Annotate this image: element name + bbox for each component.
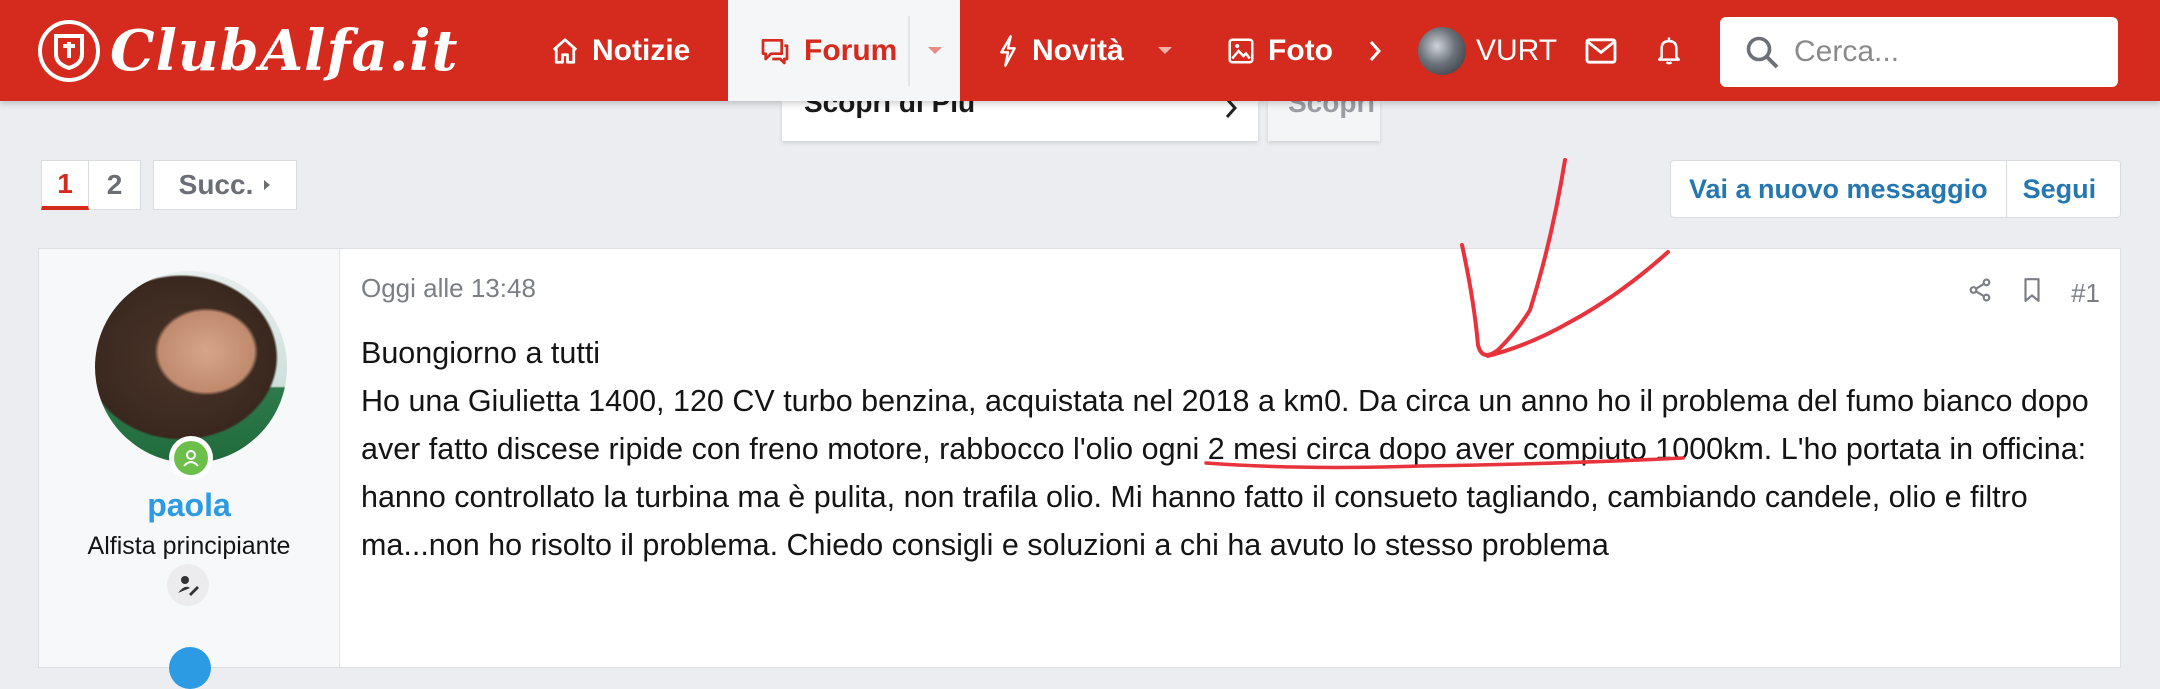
chevron-right-icon: [1225, 101, 1238, 118]
alerts-button[interactable]: [1654, 0, 1696, 101]
caret-down-icon: [1158, 46, 1172, 54]
post-paragraph: Ho una Giulietta 1400, 120 CV turbo benz…: [361, 377, 2116, 569]
site-logo[interactable]: ClubAlfa.it: [38, 16, 458, 86]
dropdown-item-label: Scopri di Più: [804, 101, 976, 118]
nav-item-novita[interactable]: Novità: [996, 0, 1124, 101]
post-greeting: Buongiorno a tutti: [361, 336, 601, 370]
post-tools: #1: [1967, 277, 2100, 310]
post-number-link[interactable]: #1: [2071, 278, 2100, 309]
logo-badge-icon: [38, 20, 100, 82]
bell-icon: [1657, 36, 1681, 65]
account-menu[interactable]: VURT: [1418, 0, 1557, 101]
follow-button[interactable]: Segui: [2007, 161, 2113, 217]
logo-text: ClubAlfa.it: [110, 18, 459, 84]
user-avatar[interactable]: [95, 271, 287, 463]
page-2-button[interactable]: 2: [89, 160, 141, 210]
top-navbar: ClubAlfa.it Notizie Forum Novità Foto VU…: [0, 0, 2160, 101]
caret-down-icon: [928, 46, 942, 54]
dropdown-item-scopri[interactable]: Scopri di Più: [782, 101, 1258, 141]
bolt-icon: [1000, 34, 1016, 67]
home-icon: [552, 37, 578, 64]
envelope-icon: [1585, 37, 1617, 64]
next-page-label: Succ.: [178, 169, 254, 200]
share-icon: [1969, 278, 1991, 302]
nav-item-label: Novità: [1032, 33, 1124, 67]
inbox-button[interactable]: [1584, 0, 1630, 101]
next-page-button[interactable]: Succ.: [153, 160, 297, 210]
user-extra-badge-icon: [169, 647, 211, 689]
nav-item-label: Foto: [1268, 33, 1333, 67]
post-text-highlight: rabbocco l'olio ogni 2 mesi circa: [939, 432, 1371, 466]
dropdown-item-scopri-2[interactable]: Scopri: [1268, 101, 1380, 141]
post-date[interactable]: Oggi alle 13:48: [361, 273, 536, 304]
bookmark-button[interactable]: [2021, 277, 2043, 310]
post-user-column: paola Alfista principiante: [39, 249, 340, 689]
forum-post: paola Alfista principiante Oggi alle 13:…: [38, 248, 2121, 689]
forum-dropdown-toggle[interactable]: [910, 0, 960, 101]
post-username[interactable]: paola: [39, 487, 339, 524]
nav-scroll-right-button[interactable]: [1358, 0, 1392, 101]
page-number: 1: [57, 167, 73, 199]
novita-dropdown-toggle[interactable]: [1150, 0, 1180, 101]
button-label: Segui: [2022, 173, 2097, 204]
caret-right-icon: [264, 180, 271, 190]
thread-actions: Vai a nuovo messaggio Segui: [1670, 160, 2121, 218]
search-icon: [1746, 36, 1779, 69]
chevron-right-icon: [1369, 40, 1382, 61]
nav-item-foto[interactable]: Foto: [1226, 0, 1333, 101]
post-body: Oggi alle 13:48 #1 Buongiorno a tutti Ho…: [361, 249, 2120, 667]
online-status-icon: [169, 436, 213, 480]
go-to-new-message-button[interactable]: Vai a nuovo messaggio: [1671, 161, 2007, 217]
user-title: Alfista principiante: [87, 532, 291, 560]
bookmark-icon: [2024, 278, 2040, 302]
page-number: 2: [106, 169, 123, 200]
pagination: 1 2 Succ.: [41, 160, 297, 212]
share-button[interactable]: [1967, 277, 1993, 310]
dropdown-item-label: Scopri: [1288, 101, 1376, 118]
account-username: VURT: [1476, 33, 1558, 67]
nav-item-label: Forum: [804, 33, 898, 67]
page-1-button[interactable]: 1: [41, 160, 89, 210]
nav-item-label: Notizie: [592, 33, 691, 67]
user-pen-badge-icon: [167, 564, 209, 606]
user-avatar-small: [1418, 26, 1466, 75]
post-message: Buongiorno a tutti Ho una Giulietta 1400…: [361, 329, 2116, 569]
button-label: Vai a nuovo messaggio: [1689, 173, 1988, 204]
chat-icon: [761, 38, 789, 64]
nav-item-notizie[interactable]: Notizie: [550, 0, 690, 101]
image-icon: [1228, 38, 1254, 63]
search-box[interactable]: [1720, 17, 2118, 87]
search-input[interactable]: [1792, 34, 2096, 70]
